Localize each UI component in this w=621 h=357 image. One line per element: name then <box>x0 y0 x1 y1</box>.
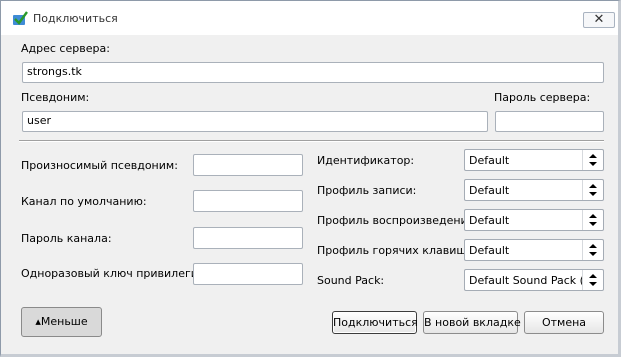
capture-profile-label: Профиль записи: <box>317 184 417 197</box>
updown-arrows-icon <box>582 210 597 230</box>
server-password-label: Пароль сервера: <box>494 91 591 104</box>
connect-icon <box>13 11 28 25</box>
window-title: Подключиться <box>33 12 118 25</box>
capture-profile-select[interactable]: Default <box>464 179 604 201</box>
server-address-input[interactable]: strongs.tk <box>22 62 604 83</box>
sound-pack-label: Sound Pack: <box>317 274 385 287</box>
privilege-key-label: Одноразовый ключ привилегий: <box>21 267 209 280</box>
less-button[interactable]: ▴Меньше <box>21 307 102 337</box>
capture-profile-value: Default <box>469 184 510 197</box>
divider <box>19 140 604 142</box>
identity-label: Идентификатор: <box>317 154 415 167</box>
updown-arrows-icon <box>582 180 597 200</box>
cancel-button[interactable]: Отмена <box>524 311 604 334</box>
nickname-input[interactable]: user <box>22 111 488 132</box>
new-tab-button[interactable]: В новой вкладке <box>423 311 521 334</box>
identity-value: Default <box>469 154 510 167</box>
server-password-input[interactable] <box>495 111 604 132</box>
playback-profile-label: Профиль воспроизведения: <box>317 214 478 227</box>
hotkey-profile-value: Default <box>469 244 510 257</box>
spoken-nickname-input[interactable] <box>193 154 303 176</box>
hotkey-profile-label: Профиль горячих клавиш: <box>317 244 471 257</box>
hotkey-profile-select[interactable]: Default <box>464 239 604 261</box>
playback-profile-select[interactable]: Default <box>464 209 604 231</box>
spoken-nickname-label: Произносимый псевдоним: <box>21 159 178 172</box>
default-channel-label: Канал по умолчанию: <box>21 195 147 208</box>
connect-button[interactable]: Подключиться <box>332 311 418 334</box>
title-bar: Подключиться ✕ <box>1 1 618 35</box>
connect-dialog: Подключиться ✕ Адрес сервера: strongs.tk… <box>0 0 621 357</box>
default-channel-input[interactable] <box>193 190 303 212</box>
close-button[interactable]: ✕ <box>583 12 615 28</box>
channel-password-label: Пароль канала: <box>21 232 112 245</box>
privilege-key-input[interactable] <box>193 263 303 285</box>
sound-pack-value: Default Sound Pack (Fer <box>469 274 583 287</box>
channel-password-input[interactable] <box>193 227 303 249</box>
identity-select[interactable]: Default <box>464 149 604 171</box>
updown-arrows-icon <box>582 150 597 170</box>
sound-pack-select[interactable]: Default Sound Pack (Fer <box>464 269 604 291</box>
updown-arrows-icon <box>582 270 597 290</box>
nickname-label: Псевдоним: <box>21 91 90 104</box>
server-address-label: Адрес сервера: <box>21 42 110 55</box>
updown-arrows-icon <box>582 240 597 260</box>
playback-profile-value: Default <box>469 214 510 227</box>
